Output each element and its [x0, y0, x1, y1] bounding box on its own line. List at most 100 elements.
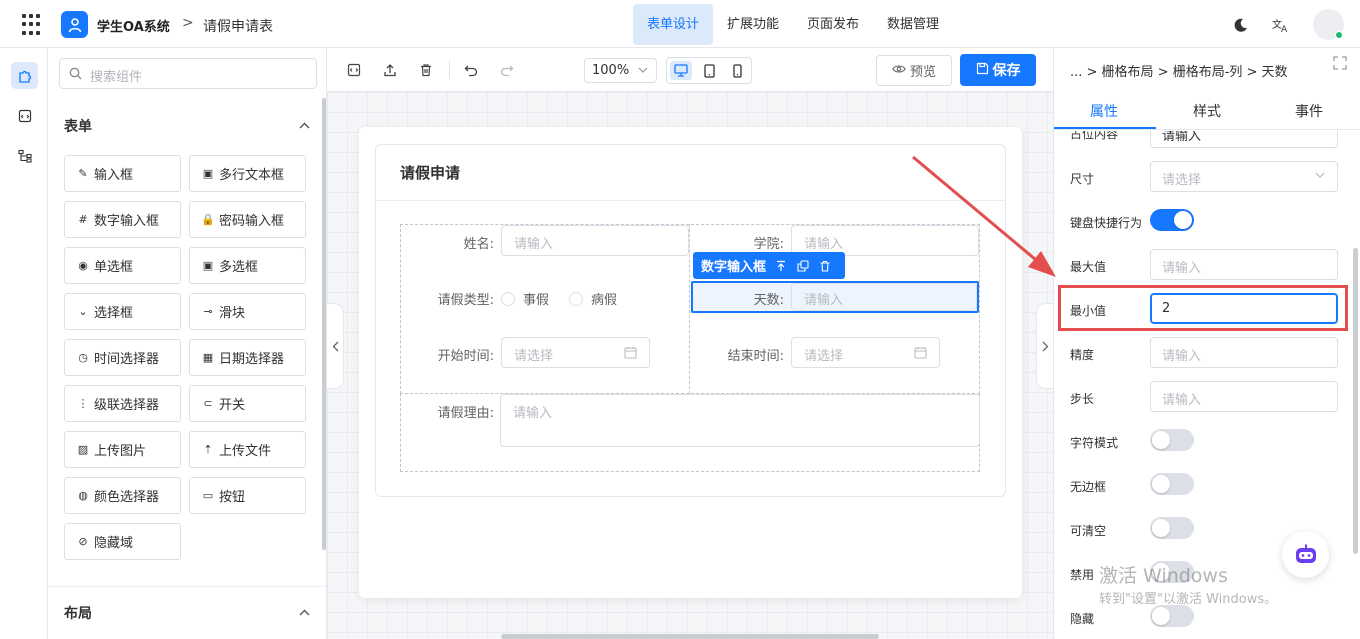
component-calendar[interactable]: ▦ 日期选择器: [189, 339, 306, 376]
component-select[interactable]: ⌄ 选择框: [64, 293, 181, 330]
days-number-input[interactable]: 请输入: [791, 283, 977, 311]
borderless-prop-switch[interactable]: [1150, 473, 1194, 495]
component-breadcrumb[interactable]: ... > 栅格布局 > 栅格布局-列 > 天数: [1070, 61, 1288, 80]
breadcrumb-separator: >: [182, 15, 194, 31]
page-title: 请假申请表: [203, 19, 273, 35]
component-checkbox[interactable]: ▣ 多选框: [189, 247, 306, 284]
save-button[interactable]: 保存: [960, 54, 1036, 86]
desktop-icon[interactable]: [670, 61, 692, 80]
radio-personal-leave[interactable]: 事假: [501, 289, 549, 308]
preview-button[interactable]: 预览: [876, 55, 952, 86]
copy-icon[interactable]: [796, 259, 810, 273]
component-label: 日期选择器: [219, 352, 285, 367]
delete-all-trash-icon[interactable]: [417, 61, 435, 79]
tablet-icon[interactable]: [698, 61, 720, 80]
component-pencil[interactable]: ✎ 输入框: [64, 155, 181, 192]
translate-icon[interactable]: 文A: [1271, 15, 1291, 35]
name-input[interactable]: 请输入: [501, 225, 689, 256]
zoom-select[interactable]: 100%: [584, 58, 657, 83]
collapse-left-panel-chevron-left-icon[interactable]: [327, 303, 344, 389]
switch-knob: [1152, 607, 1170, 625]
precision-prop-placeholder: 请输入: [1162, 349, 1202, 364]
fullscreen-icon[interactable]: [1333, 56, 1353, 76]
main-nav: 表单设计 扩展功能 页面发布 数据管理: [633, 4, 953, 45]
component-label: 滑块: [219, 306, 246, 321]
reason-placeholder: 请输入: [513, 406, 553, 421]
source-code-icon[interactable]: [11, 102, 38, 129]
precision-prop-input[interactable]: 请输入: [1150, 337, 1338, 368]
component-palette[interactable]: ◍ 颜色选择器: [64, 477, 181, 514]
nav-extensions[interactable]: 扩展功能: [713, 4, 793, 45]
string-mode-prop-switch[interactable]: [1150, 429, 1194, 451]
max-prop-input[interactable]: 请输入: [1150, 249, 1338, 280]
component-slider[interactable]: ⊸ 滑块: [189, 293, 306, 330]
clearable-prop-switch[interactable]: [1150, 517, 1194, 539]
switch-icon: ⊂: [203, 397, 213, 410]
nav-publish[interactable]: 页面发布: [793, 4, 873, 45]
hidden-prop-switch[interactable]: [1150, 605, 1194, 627]
radio-sick-label: 病假: [591, 293, 618, 308]
button-icon: ▭: [202, 489, 214, 502]
search-placeholder: 搜索组件: [90, 70, 143, 85]
tab-events[interactable]: 事件: [1295, 101, 1323, 121]
component-clock[interactable]: ◷ 时间选择器: [64, 339, 181, 376]
canvas-horizontal-scrollbar[interactable]: [501, 634, 879, 639]
end-placeholder: 请选择: [804, 349, 844, 364]
keyboard-prop-switch[interactable]: [1150, 209, 1194, 231]
component-button[interactable]: ▭ 按钮: [189, 477, 306, 514]
selected-widget-label: 数字输入框: [701, 260, 767, 275]
component-radio[interactable]: ◉ 单选框: [64, 247, 181, 284]
select-parent-arrow-up-icon[interactable]: [774, 259, 788, 273]
size-prop-label: 尺寸: [1070, 172, 1095, 186]
component-search-input[interactable]: 搜索组件: [59, 58, 317, 89]
component-textarea[interactable]: ▣ 多行文本框: [189, 155, 306, 192]
start-date-picker[interactable]: 请选择: [501, 337, 650, 368]
step-prop-input[interactable]: 请输入: [1150, 381, 1338, 412]
placeholder-prop-input[interactable]: 请输入: [1150, 131, 1338, 148]
undo-icon[interactable]: [462, 61, 480, 79]
reason-textarea[interactable]: 请输入: [500, 394, 980, 447]
form-card-divider: [375, 200, 1006, 201]
chevron-down-icon: [638, 59, 648, 82]
upload-icon: ⇡: [203, 443, 213, 456]
tab-attributes[interactable]: 属性: [1090, 101, 1118, 121]
size-prop-select[interactable]: 请选择: [1150, 161, 1338, 192]
component-upload[interactable]: ⇡ 上传文件: [189, 431, 306, 468]
layout-group-collapse-icon[interactable]: [299, 605, 310, 619]
disabled-prop-label: 禁用: [1070, 568, 1095, 582]
mobile-icon[interactable]: [726, 61, 748, 80]
components-puzzle-icon[interactable]: [11, 62, 38, 89]
hidden-prop-label: 隐藏: [1070, 612, 1095, 626]
end-date-picker[interactable]: 请选择: [791, 337, 940, 368]
component-eye-off[interactable]: ⊘ 隐藏域: [64, 523, 181, 560]
components-scrollbar[interactable]: [322, 98, 326, 550]
zoom-value: 100%: [592, 63, 630, 78]
component-image[interactable]: ▨ 上传图片: [64, 431, 181, 468]
properties-scrollbar[interactable]: [1353, 248, 1358, 554]
app-name: 学生OA系统: [97, 20, 170, 35]
radio-sick-leave[interactable]: 病假: [569, 289, 617, 308]
collapse-right-panel-chevron-right-icon[interactable]: [1036, 303, 1053, 389]
outline-tree-icon[interactable]: [11, 142, 38, 169]
component-switch[interactable]: ⊂ 开关: [189, 385, 306, 422]
delete-trash-icon[interactable]: [818, 259, 832, 273]
redo-icon[interactable]: [498, 61, 516, 79]
textarea-icon: ▣: [202, 167, 214, 180]
apps-grid-icon[interactable]: [22, 14, 44, 36]
assistant-robot-icon[interactable]: [1282, 531, 1329, 578]
form-group-collapse-icon[interactable]: [299, 118, 310, 132]
component-number[interactable]: # 数字输入框: [64, 201, 181, 238]
dark-mode-moon-icon[interactable]: [1231, 15, 1251, 35]
code-view-icon[interactable]: [345, 61, 363, 79]
component-cascader[interactable]: ⋮ 级联选择器: [64, 385, 181, 422]
component-label: 时间选择器: [94, 352, 160, 367]
component-lock[interactable]: 🔒 密码输入框: [189, 201, 306, 238]
component-label: 按钮: [219, 490, 246, 505]
nav-form-design[interactable]: 表单设计: [633, 4, 714, 45]
component-label: 级联选择器: [94, 398, 160, 413]
calendar-icon: [624, 346, 637, 363]
app-logo-icon: [61, 11, 88, 38]
tab-style[interactable]: 样式: [1193, 101, 1221, 121]
export-icon[interactable]: [381, 61, 399, 79]
nav-data-manage[interactable]: 数据管理: [873, 4, 953, 45]
